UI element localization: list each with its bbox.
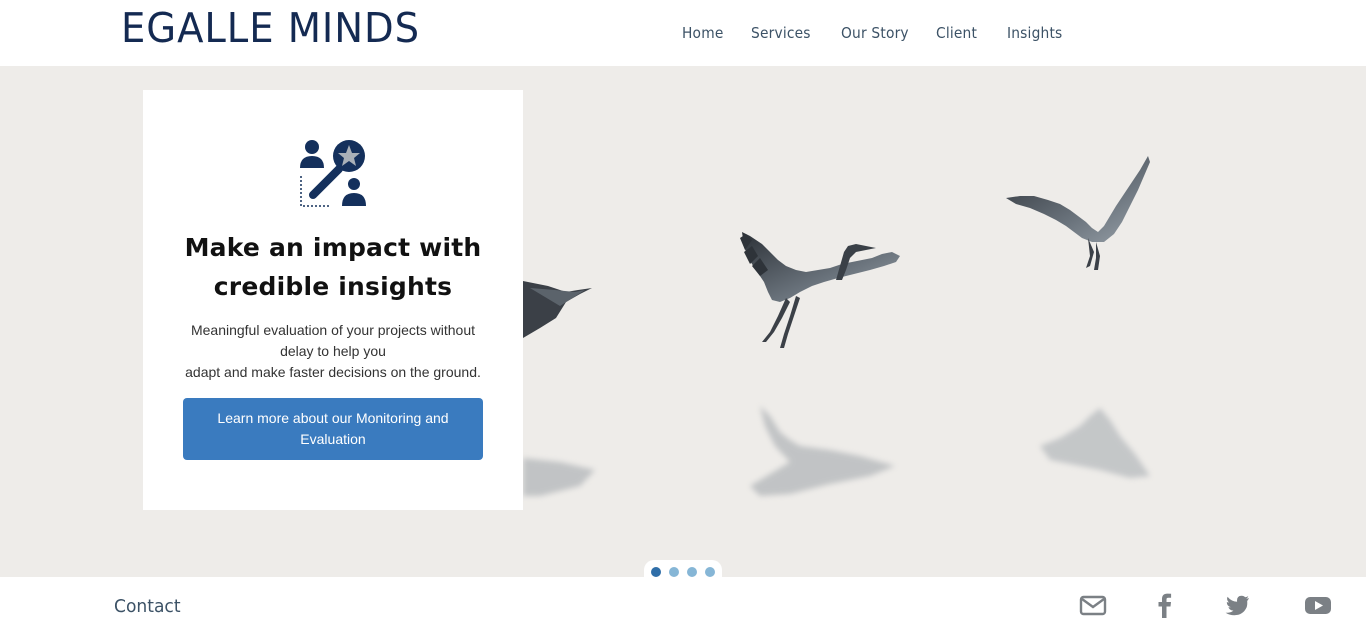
nav-item-our-story[interactable]: Our Story — [841, 22, 909, 44]
hero-title: Make an impact with credible insights — [184, 233, 482, 301]
slider-dot-4[interactable] — [705, 567, 715, 577]
contact-link[interactable]: Contact — [114, 596, 181, 618]
hero-description-line-2: adapt and make faster decisions on the g… — [185, 364, 481, 380]
hero-description: Meaningful evaluation of your projects w… — [173, 320, 493, 383]
facebook-icon[interactable] — [1151, 591, 1179, 619]
nav-item-services[interactable]: Services — [751, 22, 811, 44]
slider-dot-2[interactable] — [669, 567, 679, 577]
reflections — [523, 406, 1150, 496]
hero-card: Make an impact with credible insights Me… — [143, 90, 523, 510]
email-icon[interactable] — [1079, 591, 1107, 619]
heron-right — [1006, 156, 1150, 270]
hero-description-line-1: Meaningful evaluation of your projects w… — [190, 322, 476, 359]
slider-dot-1[interactable] — [651, 567, 661, 577]
site-header: EGALLE MINDS Home Services Our Story Cli… — [0, 0, 1366, 66]
heron-middle — [740, 232, 900, 348]
heron-left — [523, 281, 592, 338]
footer-bar: Contact — [0, 577, 1366, 625]
nav-item-home[interactable]: Home — [682, 22, 724, 44]
youtube-icon[interactable] — [1304, 591, 1332, 619]
main-nav: Home Services Our Story Client Insights — [0, 22, 1366, 44]
nav-item-insights[interactable]: Insights — [1007, 22, 1062, 44]
slider-dot-3[interactable] — [687, 567, 697, 577]
twitter-icon[interactable] — [1223, 591, 1251, 619]
nav-item-client[interactable]: Client — [936, 22, 977, 44]
learn-more-button[interactable]: Learn more about our Monitoring and Eval… — [183, 398, 483, 460]
hero-slider: Make an impact with credible insights Me… — [0, 66, 1366, 577]
people-star-magnifier-icon — [300, 140, 366, 207]
